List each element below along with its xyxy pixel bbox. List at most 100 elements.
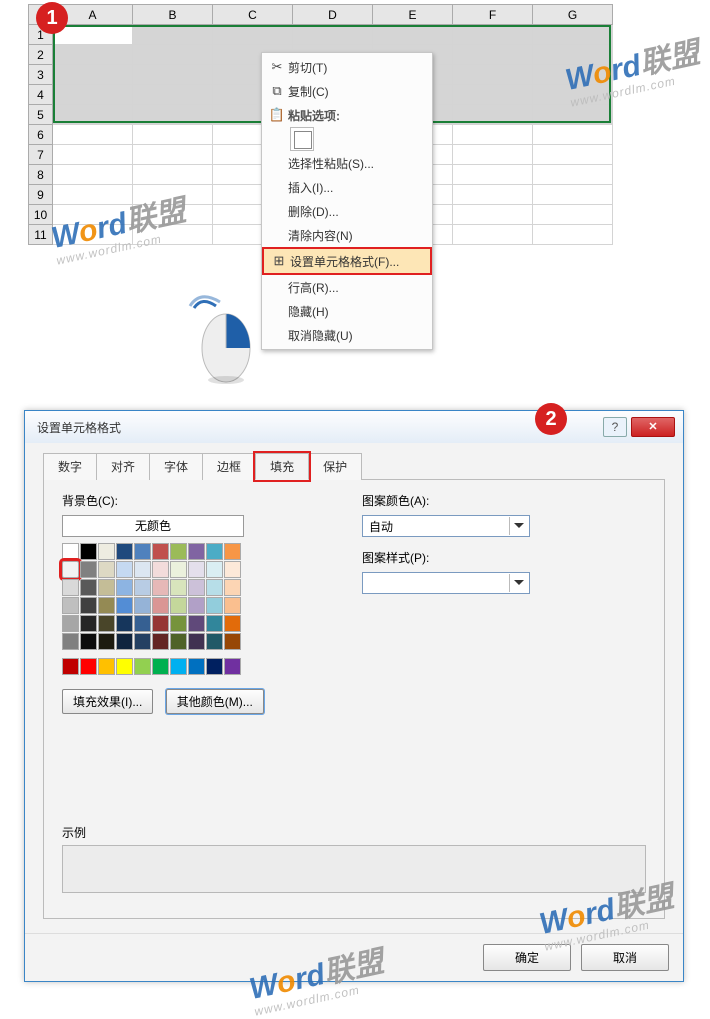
- cell[interactable]: [213, 25, 293, 45]
- color-swatch[interactable]: [62, 543, 79, 560]
- color-swatch[interactable]: [116, 615, 133, 632]
- color-swatch[interactable]: [62, 615, 79, 632]
- cell[interactable]: [133, 105, 213, 125]
- color-swatch[interactable]: [188, 543, 205, 560]
- tab-1[interactable]: 对齐: [96, 453, 150, 480]
- cell[interactable]: [453, 205, 533, 225]
- col-header[interactable]: F: [453, 5, 533, 25]
- help-button[interactable]: ?: [603, 417, 627, 437]
- color-swatch[interactable]: [80, 543, 97, 560]
- cell[interactable]: [453, 105, 533, 125]
- color-swatch[interactable]: [224, 579, 241, 596]
- color-swatch[interactable]: [80, 633, 97, 650]
- cell[interactable]: [533, 145, 613, 165]
- color-swatch[interactable]: [152, 543, 169, 560]
- color-swatch[interactable]: [206, 658, 223, 675]
- color-swatch[interactable]: [224, 561, 241, 578]
- color-swatch[interactable]: [80, 561, 97, 578]
- row-header[interactable]: 10: [29, 205, 53, 225]
- color-swatch[interactable]: [98, 658, 115, 675]
- color-swatch[interactable]: [152, 561, 169, 578]
- tab-5[interactable]: 保护: [308, 453, 362, 480]
- color-swatch[interactable]: [98, 543, 115, 560]
- color-swatch[interactable]: [98, 597, 115, 614]
- color-swatch[interactable]: [188, 579, 205, 596]
- cell[interactable]: [53, 65, 133, 85]
- color-swatch[interactable]: [170, 597, 187, 614]
- tab-4[interactable]: 填充: [255, 453, 309, 480]
- color-swatch[interactable]: [188, 561, 205, 578]
- cell[interactable]: [533, 25, 613, 45]
- menu-row-height[interactable]: 行高(R)...: [262, 275, 432, 299]
- cell[interactable]: [453, 45, 533, 65]
- color-swatch[interactable]: [134, 633, 151, 650]
- cell[interactable]: [533, 205, 613, 225]
- row-header[interactable]: 2: [29, 45, 53, 65]
- color-swatch[interactable]: [188, 633, 205, 650]
- color-swatch[interactable]: [116, 579, 133, 596]
- col-header[interactable]: B: [133, 5, 213, 25]
- color-swatch[interactable]: [206, 633, 223, 650]
- color-swatch[interactable]: [62, 658, 79, 675]
- cell[interactable]: [53, 185, 133, 205]
- color-swatch[interactable]: [170, 579, 187, 596]
- row-header[interactable]: 5: [29, 105, 53, 125]
- color-swatch[interactable]: [116, 658, 133, 675]
- color-swatch[interactable]: [134, 561, 151, 578]
- col-header[interactable]: D: [293, 5, 373, 25]
- menu-insert[interactable]: 插入(I)...: [262, 175, 432, 199]
- menu-hide[interactable]: 隐藏(H): [262, 299, 432, 323]
- color-swatch[interactable]: [224, 615, 241, 632]
- color-swatch[interactable]: [170, 633, 187, 650]
- menu-cut[interactable]: ✂剪切(T): [262, 55, 432, 79]
- cell[interactable]: [133, 165, 213, 185]
- col-header[interactable]: E: [373, 5, 453, 25]
- menu-format-cells[interactable]: ⊞设置单元格格式(F)...: [264, 249, 430, 273]
- color-swatch[interactable]: [62, 561, 79, 578]
- cell[interactable]: [453, 225, 533, 245]
- cell[interactable]: [533, 225, 613, 245]
- close-button[interactable]: ✕: [631, 417, 675, 437]
- cell[interactable]: [453, 185, 533, 205]
- ok-button[interactable]: 确定: [483, 944, 571, 971]
- color-swatch[interactable]: [116, 633, 133, 650]
- color-swatch[interactable]: [62, 597, 79, 614]
- color-swatch[interactable]: [152, 615, 169, 632]
- cell[interactable]: [133, 205, 213, 225]
- cell[interactable]: [453, 85, 533, 105]
- cell[interactable]: [453, 65, 533, 85]
- cell[interactable]: [453, 125, 533, 145]
- row-header[interactable]: 4: [29, 85, 53, 105]
- color-swatch[interactable]: [206, 561, 223, 578]
- color-swatch[interactable]: [98, 615, 115, 632]
- cell[interactable]: [53, 145, 133, 165]
- color-swatch[interactable]: [98, 561, 115, 578]
- cell[interactable]: [53, 205, 133, 225]
- cell[interactable]: [533, 85, 613, 105]
- col-header[interactable]: G: [533, 5, 613, 25]
- color-swatch[interactable]: [206, 579, 223, 596]
- cell[interactable]: [133, 45, 213, 65]
- color-swatch[interactable]: [80, 658, 97, 675]
- row-header[interactable]: 6: [29, 125, 53, 145]
- cell[interactable]: [453, 165, 533, 185]
- row-header[interactable]: 9: [29, 185, 53, 205]
- cell[interactable]: [533, 65, 613, 85]
- more-colors-button[interactable]: 其他颜色(M)...: [166, 689, 264, 714]
- menu-clear-contents[interactable]: 清除内容(N): [262, 223, 432, 247]
- cell[interactable]: [53, 165, 133, 185]
- color-swatch[interactable]: [116, 543, 133, 560]
- color-swatch[interactable]: [152, 597, 169, 614]
- cell[interactable]: [133, 185, 213, 205]
- color-swatch[interactable]: [170, 561, 187, 578]
- color-swatch[interactable]: [62, 579, 79, 596]
- color-swatch[interactable]: [98, 579, 115, 596]
- color-swatch[interactable]: [134, 615, 151, 632]
- cell[interactable]: [373, 25, 453, 45]
- row-header[interactable]: 3: [29, 65, 53, 85]
- color-swatch[interactable]: [134, 658, 151, 675]
- cell[interactable]: [53, 45, 133, 65]
- color-swatch[interactable]: [134, 597, 151, 614]
- cell[interactable]: [133, 25, 213, 45]
- cell[interactable]: [133, 85, 213, 105]
